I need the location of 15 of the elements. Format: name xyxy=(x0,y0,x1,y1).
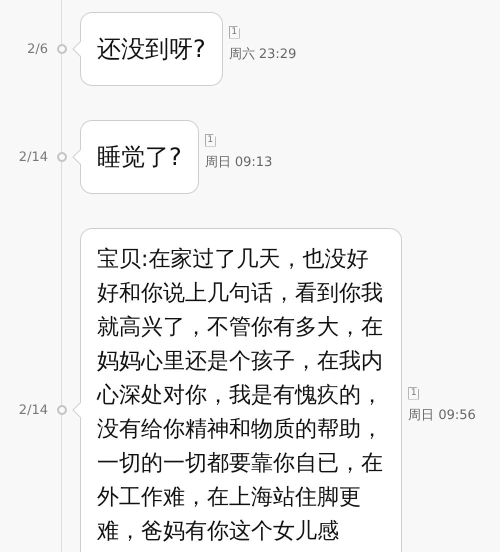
sim-card-icon: 1 xyxy=(204,134,216,146)
timeline-dot xyxy=(57,152,67,162)
message-date: 2/6 xyxy=(26,42,48,56)
message-date: 2/14 xyxy=(18,402,48,418)
sim-card-icon: 1 xyxy=(228,26,240,38)
timeline-dot xyxy=(57,405,67,415)
sim-card-icon: 1 xyxy=(408,386,420,400)
message-date: 2/14 xyxy=(18,150,48,164)
message-text: 睡觉了? xyxy=(97,143,182,171)
message-time: 周日 09:56 xyxy=(408,406,476,424)
message-text: 还没到呀? xyxy=(97,35,206,63)
message-time: 周六 23:29 xyxy=(228,46,296,62)
message-text: 宝贝:在家过了几天，也没好好和你说上几句话，看到你我就高兴了，不管你有多大，在妈妈心里还是个孩子，在我内心深处对你，我是有愧疚的，没有给你精神和物质的帮助，一切的一切都要靠你自已，在外工作难，在上海站住脚更难，爸妈有你这个女儿感 xyxy=(97,247,383,544)
message-time: 周日 09:13 xyxy=(204,154,272,170)
timeline-dot xyxy=(57,44,67,54)
